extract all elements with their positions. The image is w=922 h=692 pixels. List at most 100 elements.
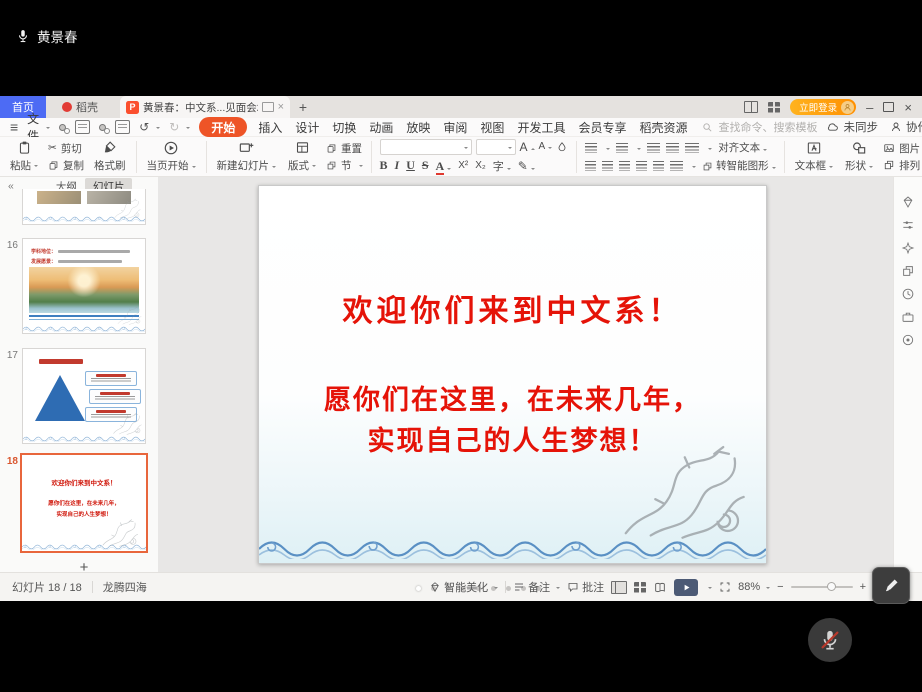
zoom-level[interactable]: 88%: [738, 581, 770, 593]
font-color-button[interactable]: A: [436, 159, 452, 173]
undo-button[interactable]: ↺: [139, 120, 160, 134]
smart-graphic-button[interactable]: 转智能图形: [702, 158, 775, 173]
slide-sorter-icon[interactable]: [634, 582, 646, 593]
preview-icon[interactable]: [115, 120, 130, 134]
align-left-icon[interactable]: [585, 161, 596, 171]
menu-tab-devtools[interactable]: 开发工具: [515, 119, 567, 136]
new-tab-button[interactable]: +: [290, 96, 316, 118]
new-slide-button[interactable]: 新建幻灯片: [211, 140, 283, 174]
zoom-slider[interactable]: [791, 586, 853, 588]
slide-18-canvas[interactable]: 欢迎你们来到中文系！ 愿你们在这里，在未来几年， 实现自己的人生梦想！: [258, 185, 767, 564]
distribute-icon[interactable]: [653, 161, 664, 171]
align-center-icon[interactable]: [602, 161, 613, 171]
justify-icon[interactable]: [636, 161, 647, 171]
zoom-slider-knob[interactable]: [827, 582, 836, 591]
notes-button[interactable]: 备注: [513, 579, 560, 595]
slide-thumbnail-15[interactable]: [22, 189, 146, 225]
redo-button[interactable]: ↻: [169, 120, 190, 134]
command-search[interactable]: 查找命令、搜索模板: [702, 119, 817, 135]
history-icon[interactable]: [901, 287, 915, 301]
tab-docer[interactable]: 稻壳: [46, 96, 114, 118]
slide-thumbnail-18-selected[interactable]: 欢迎你们来到中文系！ 愿你们在这里，在未来几年， 实现自己的人生梦想！: [20, 453, 148, 553]
print-icon[interactable]: [99, 124, 106, 131]
sync-status[interactable]: 未同步: [826, 119, 878, 135]
menu-tab-transition[interactable]: 切换: [330, 119, 358, 136]
annotation-pen-button[interactable]: [872, 567, 910, 604]
zoom-in-button[interactable]: +: [860, 581, 866, 593]
play-from-current-button[interactable]: 当页开始: [141, 140, 202, 174]
line-spacing-icon[interactable]: [685, 143, 699, 153]
menu-tab-home[interactable]: 开始: [199, 117, 247, 137]
minimize-button[interactable]: –: [866, 101, 873, 114]
font-size-select[interactable]: [476, 139, 516, 155]
tab-preview-icon[interactable]: [262, 102, 274, 112]
shapes-button[interactable]: 形状: [839, 140, 879, 174]
collapse-panel-icon[interactable]: «: [0, 180, 22, 192]
theme-name[interactable]: 龙腾四海: [103, 579, 147, 595]
text-tool-button[interactable]: 字: [493, 158, 511, 174]
reset-button[interactable]: 重置: [326, 141, 363, 155]
collaborate-button[interactable]: 协作: [890, 119, 922, 135]
fit-screen-icon[interactable]: [719, 581, 731, 593]
menu-tab-view[interactable]: 视图: [478, 119, 506, 136]
subscript-button[interactable]: X₂: [475, 160, 486, 171]
copy-button[interactable]: 复制: [48, 158, 84, 172]
save-icon[interactable]: [59, 124, 66, 131]
textbox-button[interactable]: 文本框: [789, 140, 840, 174]
cut-button[interactable]: ✂剪切: [48, 141, 84, 155]
menu-tab-animation[interactable]: 动画: [367, 119, 395, 136]
effects-icon[interactable]: [901, 241, 915, 255]
italic-button[interactable]: I: [395, 158, 400, 173]
strikethrough-button[interactable]: S: [422, 158, 429, 173]
properties-icon[interactable]: [901, 218, 915, 232]
split-view-icon[interactable]: [744, 101, 758, 113]
paste-button[interactable]: 粘贴: [4, 140, 44, 173]
smart-beautify-button[interactable]: 智能美化: [429, 579, 498, 595]
help-icon[interactable]: [901, 333, 915, 347]
export-icon[interactable]: [75, 120, 90, 134]
decrease-indent-icon[interactable]: [647, 143, 660, 153]
menu-tab-design[interactable]: 设计: [293, 119, 321, 136]
layout-button[interactable]: 版式: [282, 140, 322, 173]
normal-view-icon[interactable]: [611, 581, 627, 594]
menu-tab-insert[interactable]: 插入: [256, 119, 284, 136]
format-painter-button[interactable]: 格式刷: [88, 140, 132, 173]
increase-font-button[interactable]: A: [520, 140, 535, 154]
menu-tab-docer-res[interactable]: 稻壳资源: [637, 119, 689, 136]
align-right-icon[interactable]: [619, 161, 630, 171]
highlight-pen-button[interactable]: ✎: [518, 159, 535, 173]
underline-button[interactable]: U: [406, 158, 415, 173]
close-button[interactable]: ×: [904, 101, 912, 114]
tab-close-icon[interactable]: ×: [278, 101, 284, 113]
play-options-caret[interactable]: [708, 587, 712, 591]
add-slide-button[interactable]: +: [22, 559, 146, 572]
tab-list-icon[interactable]: [768, 102, 780, 113]
slide-thumbnail-17[interactable]: [22, 348, 146, 444]
layers-icon[interactable]: [901, 264, 915, 278]
slideshow-play-button[interactable]: [674, 579, 698, 596]
bold-button[interactable]: B: [380, 158, 388, 173]
bullet-list-icon[interactable]: [585, 143, 597, 153]
tab-document[interactable]: P 黄景春：中文系...见面会2022 ×: [120, 96, 290, 118]
zoom-out-button[interactable]: −: [777, 581, 783, 593]
mute-mic-button[interactable]: [808, 618, 852, 662]
comment-button[interactable]: 批注: [567, 579, 604, 595]
login-button[interactable]: 立即登录: [790, 99, 856, 115]
picture-button[interactable]: 图片: [883, 141, 922, 155]
align-text-button[interactable]: 对齐文本: [718, 140, 767, 155]
clear-format-icon[interactable]: [556, 141, 568, 153]
menu-tab-slideshow[interactable]: 放映: [404, 119, 432, 136]
toolbox-icon[interactable]: [901, 310, 915, 324]
hamburger-icon[interactable]: ≡: [10, 119, 18, 135]
reading-view-icon[interactable]: [653, 581, 667, 594]
superscript-button[interactable]: X²: [458, 160, 468, 171]
font-name-select[interactable]: [380, 139, 472, 155]
increase-indent-icon[interactable]: [666, 143, 679, 153]
numbered-list-icon[interactable]: [616, 143, 628, 153]
menu-tab-review[interactable]: 审阅: [441, 119, 469, 136]
restore-button[interactable]: [883, 102, 894, 112]
arrange-button[interactable]: 排列: [883, 158, 922, 172]
slide-thumbnail-16[interactable]: 学科地位： 发展愿景：: [22, 238, 146, 334]
paragraph-spacing-icon[interactable]: [670, 161, 683, 171]
menu-tab-member[interactable]: 会员专享: [576, 119, 628, 136]
